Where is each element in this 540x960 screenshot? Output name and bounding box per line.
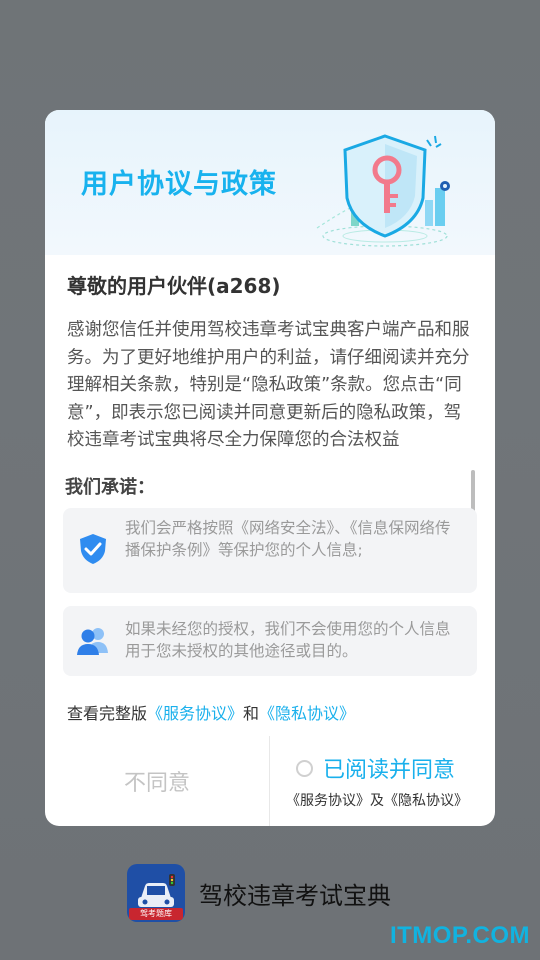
promise-text: 如果未经您的授权，我们不会使用您的个人信息用于您未授权的其他途径或目的。 <box>125 620 451 660</box>
service-agreement-link[interactable]: 《服务协议》 <box>147 704 243 723</box>
disagree-button[interactable]: 不同意 <box>45 736 269 826</box>
promise-card: 如果未经您的授权，我们不会使用您的个人信息用于您未授权的其他途径或目的。 <box>63 606 477 676</box>
user-agreement-dialog: 用户协议与政策 尊敬的用户伙伴(a268) 感谢您信任并使用驾校违章考试宝典客户… <box>45 110 495 826</box>
shield-check-icon <box>80 534 106 564</box>
dialog-title: 用户协议与政策 <box>81 169 277 200</box>
app-icon: 驾考题库 <box>127 864 185 922</box>
agree-row[interactable]: 已阅读并同意 <box>296 752 455 784</box>
links-and: 和 <box>243 704 260 723</box>
watermark: ITMOP.COM <box>389 922 530 949</box>
agreement-links: 查看完整版《服务协议》和《隐私协议》 <box>67 700 355 724</box>
shield-key-illustration-icon <box>316 134 450 247</box>
agree-label: 已阅读并同意 <box>323 758 456 783</box>
dialog-header: 用户协议与政策 <box>45 110 495 255</box>
privacy-agreement-link[interactable]: 《隐私协议》 <box>259 704 355 723</box>
app-icon-badge: 驾考题库 <box>129 908 183 920</box>
agree-subtext: 《服务协议》及《隐私协议》 <box>286 793 468 809</box>
users-icon <box>77 628 108 655</box>
links-prefix: 查看完整版 <box>67 704 148 723</box>
app-name: 驾校违章考试宝典 <box>199 881 391 910</box>
agree-button[interactable]: 已阅读并同意 《服务协议》及《隐私协议》 <box>270 736 495 826</box>
intro-paragraph: 感谢您信任并使用驾校违章考试宝典客户端产品和服务。为了更好地维护用户的利益，请仔… <box>67 320 470 450</box>
promise-heading: 我们承诺： <box>65 477 155 498</box>
app-branding: 驾考题库 驾校违章考试宝典 <box>127 864 391 922</box>
promise-card: 我们会严格按照《网络安全法》、《信息保网络传播保护条例》等保护您的个人信息; <box>63 508 477 593</box>
agree-radio[interactable] <box>296 759 313 777</box>
promise-text: 我们会严格按照《网络安全法》、《信息保网络传播保护条例》等保护您的个人信息; <box>125 519 451 559</box>
greeting-heading: 尊敬的用户伙伴(a268) <box>67 274 281 298</box>
